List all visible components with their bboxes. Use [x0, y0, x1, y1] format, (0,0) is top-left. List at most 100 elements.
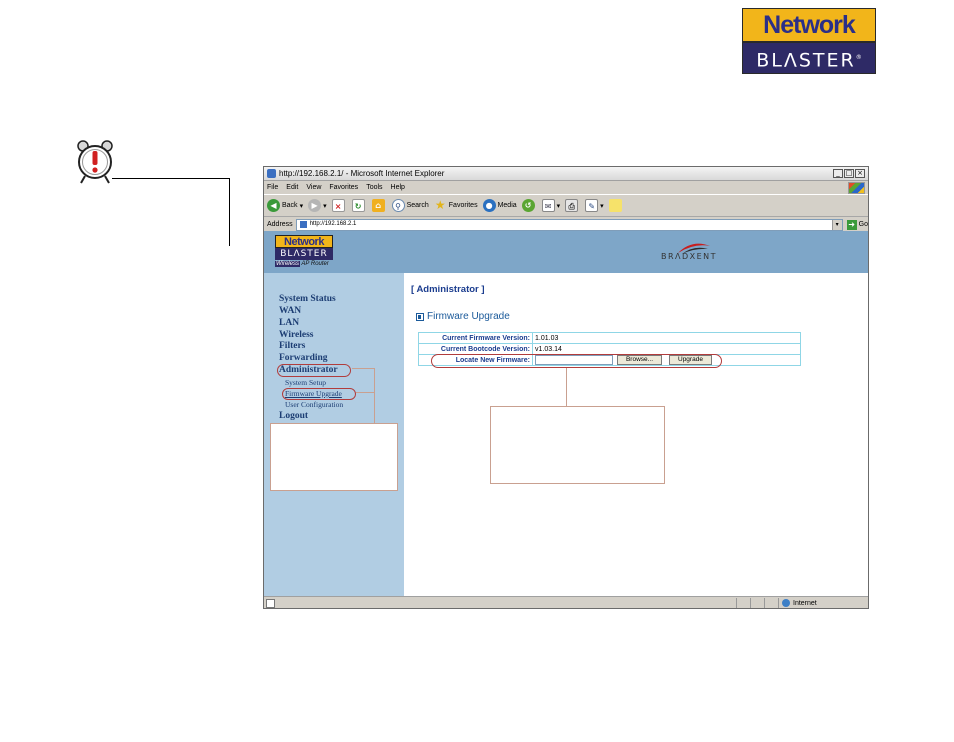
menu-bar: File Edit View Favorites Tools Help: [264, 181, 868, 195]
stop-button[interactable]: ×: [331, 199, 347, 212]
section-title: [ Administrator ]: [411, 284, 485, 295]
mail-icon: ✉: [541, 199, 555, 212]
callout-line: [229, 178, 230, 246]
menu-help[interactable]: Help: [391, 184, 405, 191]
media-button[interactable]: ● Media: [482, 199, 517, 212]
table-row: Current Firmware Version: 1.01.03: [418, 332, 801, 344]
subnav-user-configuration[interactable]: User Configuration: [285, 400, 343, 409]
nav-wan[interactable]: WAN: [279, 306, 301, 316]
minimize-button[interactable]: _: [833, 169, 843, 178]
router-logo-sub-b: AP Router: [301, 261, 329, 267]
star-icon: ★: [434, 198, 446, 212]
brand-mark: ®: [855, 54, 862, 61]
firmware-version-label: Current Firmware Version:: [418, 332, 533, 344]
nav-lan[interactable]: LAN: [279, 318, 299, 328]
page-subtitle: Firmware Upgrade: [427, 311, 510, 322]
back-label: Back: [282, 202, 298, 209]
print-button[interactable]: ⎙: [565, 199, 580, 212]
web-page: Network BLΛSTER Wireless AP Router BRΛDX…: [264, 231, 868, 596]
highlight-oval: [282, 388, 356, 400]
address-dropdown-icon[interactable]: ▾: [831, 219, 842, 230]
address-input[interactable]: http://192.168.2.1 ▾: [295, 218, 843, 231]
firmware-icon: [416, 312, 424, 321]
annotation-box: [490, 406, 665, 484]
ie-icon: [267, 169, 276, 178]
back-arrow-icon: ◀: [267, 199, 280, 212]
edit-page-icon: ✎: [585, 199, 599, 212]
nav-forwarding[interactable]: Forwarding: [279, 353, 328, 363]
firmware-version-value: 1.01.03: [532, 332, 801, 344]
search-label: Search: [406, 202, 429, 209]
menu-file[interactable]: File: [267, 184, 278, 191]
table-row: Current Bootcode Version: v1.03.14: [418, 343, 801, 355]
zone-label: Internet: [793, 599, 817, 607]
status-bar: Internet: [264, 596, 868, 608]
history-button[interactable]: ↺: [521, 199, 537, 212]
brand-line1: Network: [743, 9, 875, 43]
nav-logout[interactable]: Logout: [279, 411, 308, 421]
annotation-line: [566, 368, 567, 406]
home-button[interactable]: ⌂: [371, 199, 387, 212]
history-icon: ↺: [521, 199, 535, 212]
go-label: Go: [858, 221, 868, 228]
browser-window: http://192.168.2.1/ - Microsoft Internet…: [263, 166, 869, 609]
close-button[interactable]: ×: [855, 169, 865, 178]
edit-button[interactable]: ✎ ▾: [585, 199, 604, 212]
bootcode-version-label: Current Bootcode Version:: [418, 343, 533, 355]
windows-logo-icon: [848, 182, 865, 194]
go-button[interactable]: ➜ Go: [846, 219, 868, 230]
stop-icon: ×: [331, 199, 345, 212]
go-arrow-icon: ➜: [846, 219, 857, 230]
alarm-clock-icon: [77, 140, 113, 184]
annotation-line: [374, 368, 375, 424]
title-bar: http://192.168.2.1/ - Microsoft Internet…: [264, 167, 868, 181]
page-banner: Network BLΛSTER Wireless AP Router BRΛDX…: [264, 231, 868, 273]
nav-system-status[interactable]: System Status: [279, 294, 336, 304]
router-logo: Network BLΛSTER Wireless AP Router: [275, 235, 333, 269]
bootcode-version-value: v1.03.14: [532, 343, 801, 355]
search-button[interactable]: ⚲ Search: [391, 199, 429, 212]
address-value: http://192.168.2.1: [309, 221, 357, 227]
nav-filters[interactable]: Filters: [279, 341, 305, 351]
highlight-oval: [277, 364, 351, 377]
address-label: Address: [267, 221, 293, 228]
menu-tools[interactable]: Tools: [366, 184, 382, 191]
favorites-label: Favorites: [448, 202, 478, 209]
media-label: Media: [497, 202, 517, 209]
mail-button[interactable]: ✉ ▾: [541, 199, 560, 212]
media-icon: ●: [482, 199, 496, 212]
maximize-button[interactable]: □: [844, 169, 854, 178]
callout-line: [112, 178, 230, 179]
network-blaster-logo: Network BLΛSTER®: [742, 8, 876, 74]
highlight-oval: [431, 354, 722, 368]
annotation-line: [356, 392, 374, 393]
menu-favorites[interactable]: Favorites: [329, 184, 358, 191]
nav-wireless[interactable]: Wireless: [279, 330, 313, 340]
printer-icon: ⎙: [565, 199, 579, 212]
note-icon: [608, 199, 622, 212]
back-button[interactable]: ◀ Back ▾: [267, 199, 303, 212]
router-logo-sub-a: Wireless: [275, 261, 300, 267]
window-title: http://192.168.2.1/ - Microsoft Internet…: [279, 169, 445, 178]
messenger-button[interactable]: [608, 199, 624, 212]
brand-line2: BLΛSTER: [756, 49, 856, 72]
toolbar: ◀ Back ▾ ▶ ▾ × ↻ ⌂ ⚲ Search ★ Favorites …: [264, 195, 868, 217]
favorites-button[interactable]: ★ Favorites: [434, 199, 478, 212]
refresh-button[interactable]: ↻: [351, 199, 367, 212]
swoosh-icon: [678, 243, 710, 254]
annotation-line: [352, 368, 374, 369]
subnav-system-setup[interactable]: System Setup: [285, 378, 326, 387]
menu-view[interactable]: View: [306, 184, 321, 191]
forward-button[interactable]: ▶ ▾: [308, 199, 327, 212]
globe-icon: [782, 599, 790, 607]
home-icon: ⌂: [371, 199, 385, 212]
refresh-icon: ↻: [351, 199, 365, 212]
menu-edit[interactable]: Edit: [286, 184, 298, 191]
router-logo-line1: Network: [275, 235, 333, 248]
page-icon: [299, 221, 307, 228]
broadxent-logo: BRΛDXENT: [648, 241, 730, 269]
search-icon: ⚲: [391, 199, 405, 212]
forward-arrow-icon: ▶: [308, 199, 322, 212]
main-content: [ Administrator ] Firmware Upgrade Curre…: [404, 273, 868, 596]
annotation-box: [270, 423, 398, 491]
